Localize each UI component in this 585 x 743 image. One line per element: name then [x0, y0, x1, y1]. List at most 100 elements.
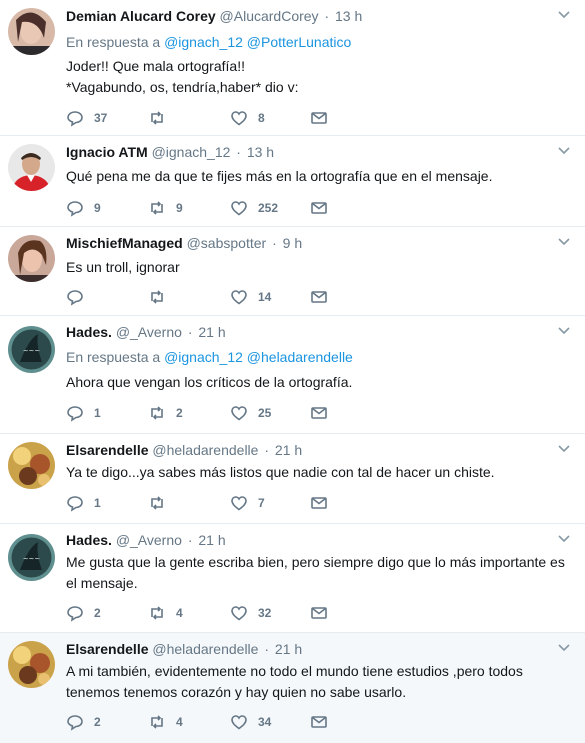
user-handle[interactable]: @heladarendelle	[152, 641, 258, 657]
reply-icon	[67, 606, 83, 622]
user-handle[interactable]: @AlucardCorey	[220, 8, 319, 24]
like-button[interactable]: 7	[230, 493, 265, 513]
user-handle[interactable]: @ignach_12	[152, 144, 231, 160]
avatar[interactable]	[8, 8, 55, 55]
tweet-header: Elsarendelle @heladarendelle · 21 h	[66, 440, 302, 460]
retweet-count: 9	[176, 201, 183, 215]
heart-icon	[231, 496, 247, 511]
reply-icon	[67, 496, 83, 512]
retweet-button[interactable]	[148, 108, 176, 128]
chevron-down-icon[interactable]	[557, 146, 571, 156]
envelope-icon	[311, 291, 327, 303]
reply-button[interactable]	[66, 287, 94, 307]
retweet-count: 4	[176, 606, 183, 620]
avatar[interactable]	[8, 641, 55, 688]
reply-count: 1	[94, 496, 101, 510]
user-name[interactable]: Elsarendelle	[66, 641, 149, 657]
avatar[interactable]	[8, 144, 55, 191]
envelope-icon	[311, 202, 327, 214]
tweet[interactable]: ~~~ Hades. @_Averno · 21 h Me gusta que …	[0, 524, 585, 633]
user-handle[interactable]: @_Averno	[116, 324, 182, 340]
reply-button[interactable]: 1	[66, 403, 101, 423]
mention-link[interactable]: @heladarendelle	[247, 349, 353, 365]
tweet-header: Hades. @_Averno · 21 h	[66, 530, 226, 550]
retweet-button[interactable]: 9	[148, 198, 183, 218]
timestamp[interactable]: 9 h	[283, 235, 302, 251]
avatar[interactable]	[8, 235, 55, 282]
reply-button[interactable]: 2	[66, 603, 101, 623]
user-name[interactable]: Hades.	[66, 532, 112, 548]
user-name[interactable]: Ignacio ATM	[66, 144, 148, 160]
direct-message-button[interactable]	[310, 493, 328, 513]
user-name[interactable]: Elsarendelle	[66, 442, 149, 458]
reply-count: 9	[94, 201, 101, 215]
tweet[interactable]: Ignacio ATM @ignach_12 · 13 h Qué pena m…	[0, 136, 585, 227]
user-handle[interactable]: @heladarendelle	[152, 442, 258, 458]
tweet[interactable]: MischiefManaged @sabspotter · 9 h Es un …	[0, 227, 585, 316]
retweet-button[interactable]: 4	[148, 603, 183, 623]
separator-dot: ·	[264, 442, 270, 458]
retweet-button[interactable]: 4	[148, 712, 183, 732]
tweet[interactable]: Demian Alucard Corey @AlucardCorey · 13 …	[0, 0, 585, 136]
user-name[interactable]: MischiefManaged	[66, 235, 183, 251]
like-count: 34	[258, 715, 272, 729]
tweet-header: Hades. @_Averno · 21 h	[66, 322, 226, 342]
tweet[interactable]: Elsarendelle @heladarendelle · 21 h Ya t…	[0, 434, 585, 524]
like-button[interactable]: 252	[230, 198, 278, 218]
avatar[interactable]: ~~~	[8, 534, 55, 581]
like-button[interactable]: 25	[230, 403, 271, 423]
like-button[interactable]: 32	[230, 603, 271, 623]
tweet-highlighted[interactable]: Elsarendelle @heladarendelle · 21 h A mi…	[0, 633, 585, 743]
user-name[interactable]: Hades.	[66, 324, 112, 340]
tweet-text: Me gusta que la gente escriba bien, pero…	[66, 554, 565, 591]
direct-message-button[interactable]	[310, 712, 328, 732]
avatar[interactable]	[8, 442, 55, 489]
tweet-actions: 37 8	[66, 108, 346, 128]
chevron-down-icon[interactable]	[557, 444, 571, 454]
envelope-icon	[311, 607, 327, 619]
timestamp[interactable]: 21 h	[198, 532, 225, 548]
chevron-down-icon[interactable]	[557, 534, 571, 544]
user-handle[interactable]: @_Averno	[116, 532, 182, 548]
retweet-button[interactable]: 2	[148, 403, 183, 423]
envelope-icon	[311, 407, 327, 419]
user-handle[interactable]: @sabspotter	[187, 235, 267, 251]
tweet-text: Qué pena me da que te fijes más en la or…	[66, 168, 493, 184]
tweet[interactable]: ~~~ Hades. @_Averno · 21 h En respuesta …	[0, 316, 585, 434]
reply-count: 2	[94, 715, 101, 729]
reply-count: 1	[94, 406, 101, 420]
like-button[interactable]: 14	[230, 287, 271, 307]
mention-link[interactable]: @ignach_12	[164, 349, 243, 365]
tweet-actions: 1 7	[66, 493, 346, 513]
reply-button[interactable]: 37	[66, 108, 107, 128]
direct-message-button[interactable]	[310, 108, 328, 128]
mention-link[interactable]: @PotterLunatico	[247, 34, 352, 50]
reply-button[interactable]: 1	[66, 493, 101, 513]
timestamp[interactable]: 21 h	[198, 324, 225, 340]
chevron-down-icon[interactable]	[557, 643, 571, 653]
like-button[interactable]: 34	[230, 712, 271, 732]
direct-message-button[interactable]	[310, 287, 328, 307]
retweet-button[interactable]	[148, 287, 176, 307]
user-name[interactable]: Demian Alucard Corey	[66, 8, 216, 24]
retweet-icon	[151, 290, 163, 304]
reply-count: 37	[94, 111, 108, 125]
direct-message-button[interactable]	[310, 603, 328, 623]
timestamp[interactable]: 13 h	[335, 8, 362, 24]
retweet-count: 4	[176, 715, 183, 729]
chevron-down-icon[interactable]	[557, 237, 571, 247]
reply-button[interactable]: 9	[66, 198, 101, 218]
retweet-button[interactable]	[148, 493, 176, 513]
direct-message-button[interactable]	[310, 403, 328, 423]
timestamp[interactable]: 13 h	[247, 144, 274, 160]
chevron-down-icon[interactable]	[557, 10, 571, 20]
chevron-down-icon[interactable]	[557, 326, 571, 336]
avatar[interactable]: ~~~	[8, 326, 55, 373]
reply-button[interactable]: 2	[66, 712, 101, 732]
timestamp[interactable]: 21 h	[275, 442, 302, 458]
tweet-text: Es un troll, ignorar	[66, 259, 180, 275]
mention-link[interactable]: @ignach_12	[164, 34, 243, 50]
direct-message-button[interactable]	[310, 198, 328, 218]
like-button[interactable]: 8	[230, 108, 265, 128]
timestamp[interactable]: 21 h	[275, 641, 302, 657]
